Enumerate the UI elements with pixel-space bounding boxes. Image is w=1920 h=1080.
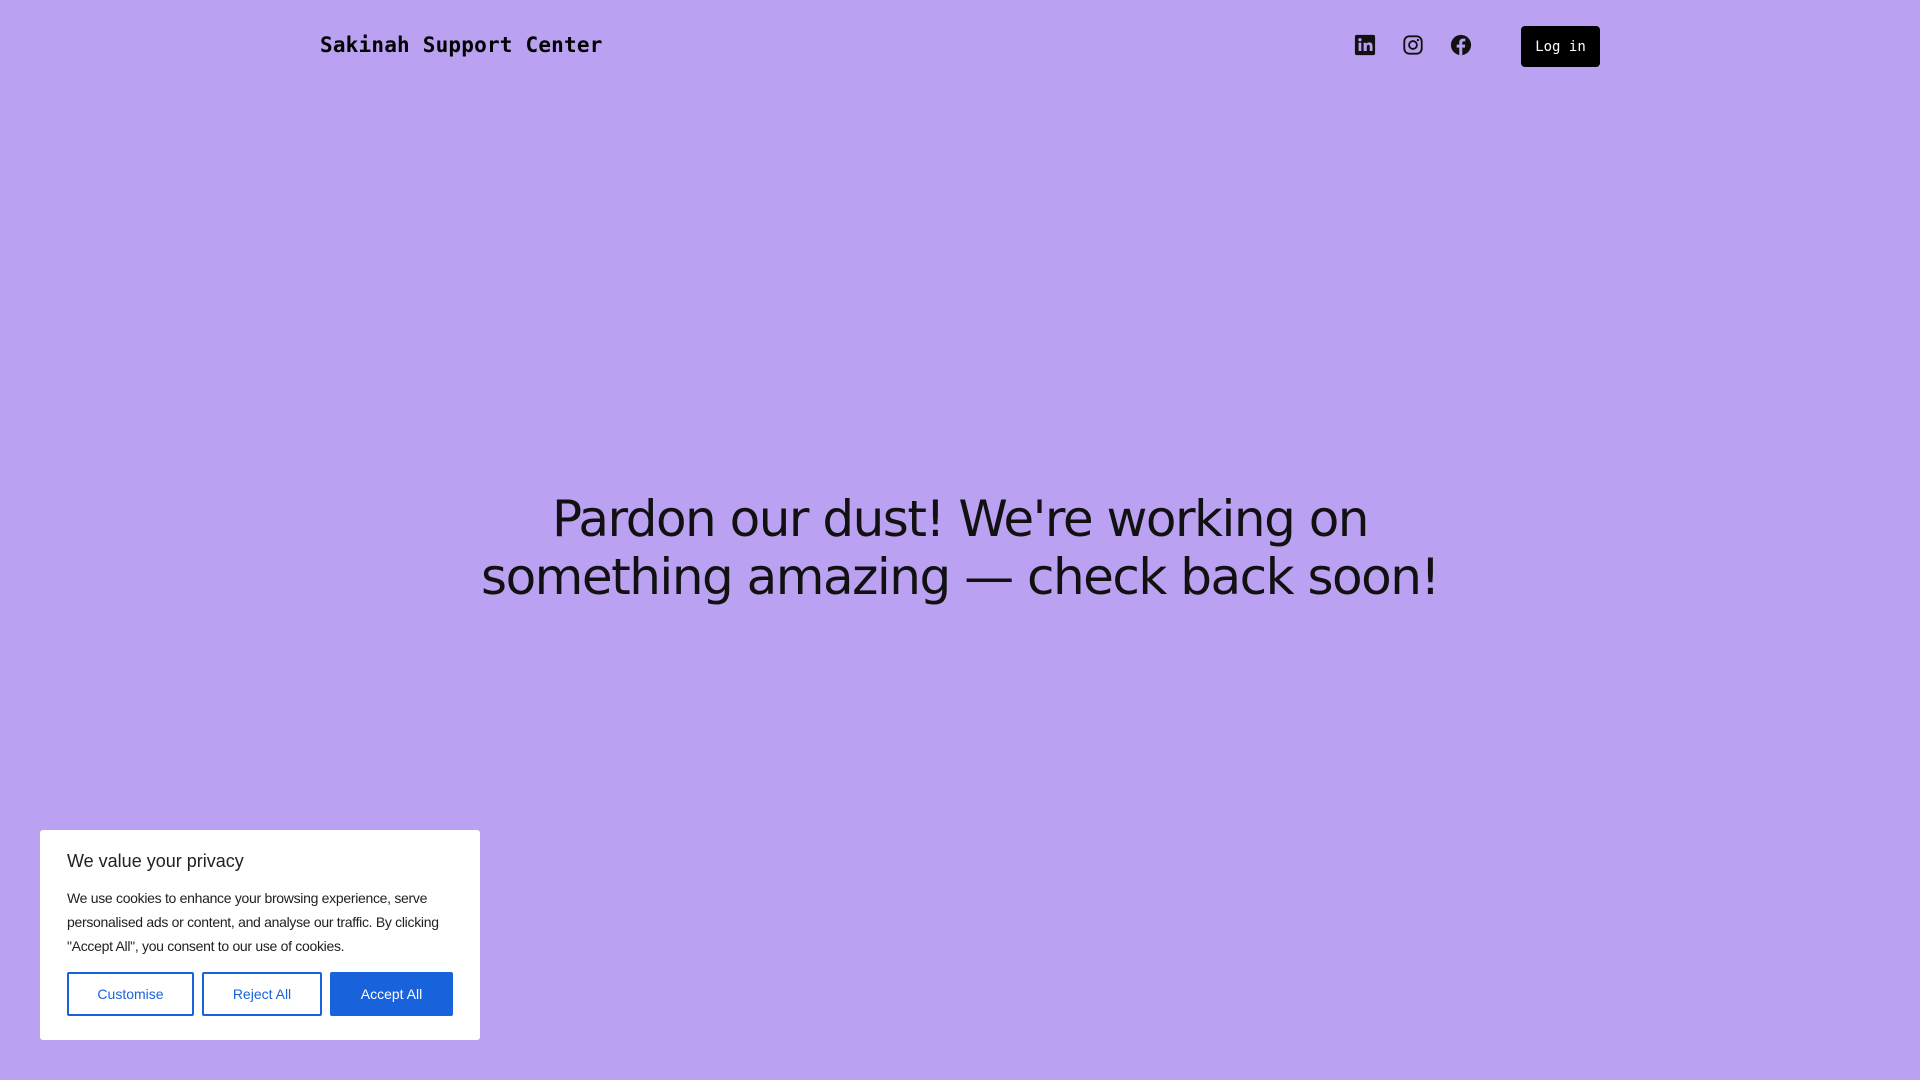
facebook-link[interactable]: [1446, 30, 1476, 60]
cookie-banner-text: We use cookies to enhance your browsing …: [67, 890, 439, 954]
cookie-consent-banner: We value your privacy We use cookies to …: [40, 830, 480, 1040]
hero-message: Pardon our dust! We're working on someth…: [460, 490, 1460, 606]
accept-all-button[interactable]: Accept All: [330, 972, 453, 1016]
hero-message-line2: something amazing — check back soon!: [481, 548, 1440, 606]
cookie-banner-actions: Customise Reject All Accept All: [67, 972, 453, 1016]
customise-button[interactable]: Customise: [67, 972, 194, 1016]
cookie-banner-title: We value your privacy: [67, 851, 244, 871]
hero-message-line1: Pardon our dust! We're working on: [551, 490, 1370, 548]
instagram-icon: [1403, 35, 1423, 55]
page: Sakinah Support Center Log in Pardon our…: [0, 0, 1920, 1080]
reject-all-button[interactable]: Reject All: [202, 972, 322, 1016]
facebook-icon: [1450, 34, 1472, 56]
linkedin-link[interactable]: [1350, 30, 1380, 60]
site-title[interactable]: Sakinah Support Center: [320, 30, 603, 60]
login-button[interactable]: Log in: [1521, 26, 1600, 67]
linkedin-icon: [1354, 34, 1376, 56]
instagram-link[interactable]: [1398, 30, 1428, 60]
